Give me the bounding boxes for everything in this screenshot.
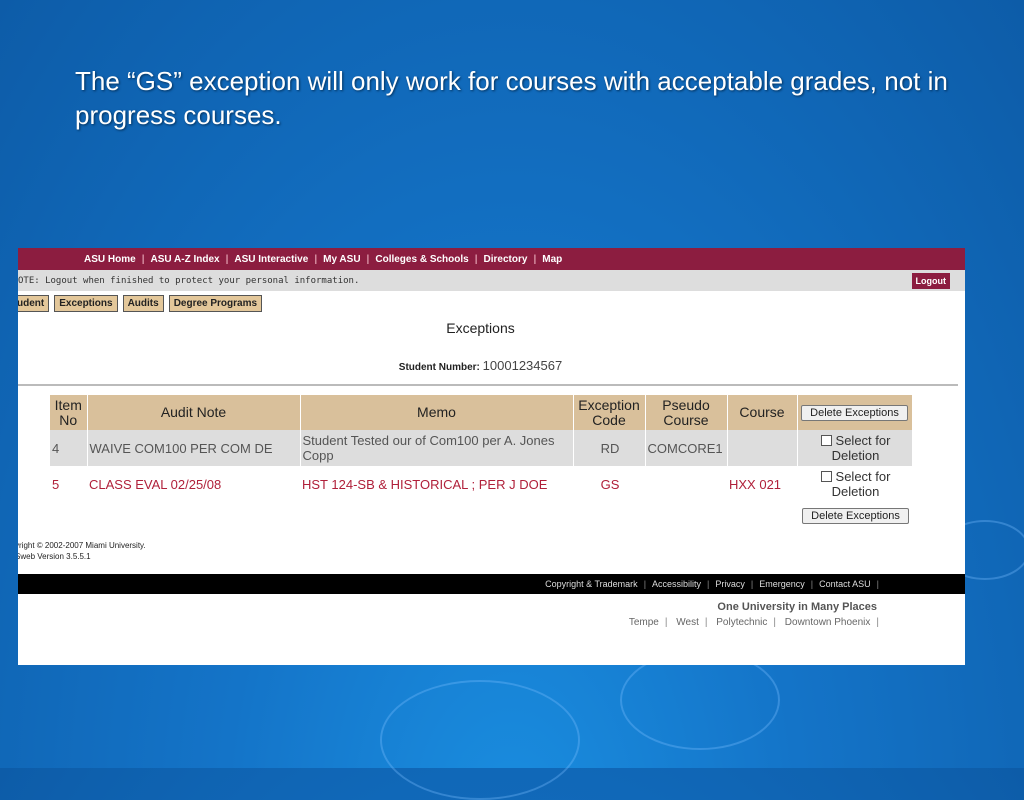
nav-asu-home[interactable]: ASU Home bbox=[84, 254, 136, 265]
logout-button[interactable]: Logout bbox=[911, 272, 950, 289]
exception-code: GS bbox=[600, 476, 620, 492]
delete-header: Delete Exceptions bbox=[797, 395, 913, 430]
pseudo-course: COMCORE1 bbox=[645, 430, 728, 466]
campus-tempe[interactable]: Tempe bbox=[629, 617, 659, 628]
slide-title: The “GS” exception will only work for co… bbox=[75, 66, 948, 130]
item-no: 5 bbox=[52, 476, 60, 492]
student-number-label: Student Number: bbox=[398, 362, 480, 373]
col-audit-note: Audit Note bbox=[87, 395, 301, 430]
footer-copyright-link[interactable]: Copyright & Trademark bbox=[545, 579, 638, 589]
decor-ring bbox=[380, 680, 580, 800]
col-pseudo-course: Pseudo Course bbox=[645, 395, 728, 430]
footer-privacy-link[interactable]: Privacy bbox=[715, 579, 745, 589]
footer-links: Copyright & Trademark | Accessibility | Pr… bbox=[18, 574, 965, 594]
campus-links: Tempe | West | Polytechnic | Downtown Phoen… bbox=[628, 617, 879, 628]
tab-degree-programs[interactable]: Degree Programs bbox=[168, 295, 263, 312]
checkbox[interactable] bbox=[820, 471, 832, 482]
nav-interactive[interactable]: ASU Interactive bbox=[234, 254, 308, 265]
tagline: One University in Many Places bbox=[717, 601, 877, 613]
nav-map[interactable]: Map bbox=[542, 254, 562, 265]
copyright-text: yright © 2002-2007 Miami University. bbox=[18, 541, 146, 550]
nav-colleges[interactable]: Colleges & Schools bbox=[375, 254, 468, 265]
audit-note: CLASS EVAL 02/25/08 bbox=[89, 476, 222, 492]
select-for-deletion[interactable]: Select for Deletion bbox=[797, 466, 912, 502]
version-text: Sweb Version 3.5.5.1 bbox=[18, 552, 91, 561]
table-row: 4 WAIVE COM100 PER COM DE Student Tested… bbox=[50, 430, 913, 466]
col-course: Course bbox=[727, 395, 798, 430]
decor-ring bbox=[620, 650, 780, 750]
table-row: 5 CLASS EVAL 02/25/08 HST 124-SB & HISTO… bbox=[50, 466, 912, 502]
campus-polytechnic[interactable]: Polytechnic bbox=[716, 617, 767, 628]
tab-exceptions[interactable]: Exceptions bbox=[54, 295, 118, 312]
copyright-block: yright © 2002-2007 Miami University. Swe… bbox=[18, 540, 146, 562]
screenshot: ASU Home | ASU A-Z Index | ASU Interactive… bbox=[18, 248, 965, 665]
checkbox[interactable] bbox=[820, 435, 832, 446]
select-for-deletion[interactable]: Select for Deletion bbox=[797, 430, 913, 466]
exceptions-table: Item No Audit Note Memo Exception Code P… bbox=[50, 395, 913, 526]
page-title: Exceptions bbox=[446, 320, 515, 336]
nav-directory[interactable]: Directory bbox=[484, 254, 528, 265]
col-exception-code: Exception Code bbox=[573, 395, 646, 430]
item-no: 4 bbox=[50, 430, 88, 466]
nav-az-index[interactable]: ASU A-Z Index bbox=[151, 254, 220, 265]
delete-exceptions-button[interactable]: Delete Exceptions bbox=[801, 405, 908, 421]
divider bbox=[18, 384, 958, 386]
campus-west[interactable]: West bbox=[676, 617, 699, 628]
exception-code: RD bbox=[573, 430, 646, 466]
student-number-value: 10001234567 bbox=[482, 358, 563, 373]
select-label: Select for Deletion bbox=[831, 469, 891, 499]
course: HXX 021 bbox=[729, 476, 782, 492]
select-label: Select for Deletion bbox=[831, 433, 891, 463]
nav-my-asu[interactable]: My ASU bbox=[323, 254, 360, 265]
tab-student[interactable]: udent bbox=[18, 295, 50, 312]
tab-audits[interactable]: Audits bbox=[122, 295, 164, 312]
memo: HST 124-SB & HISTORICAL ; PER J DOE bbox=[302, 476, 548, 492]
audit-note: WAIVE COM100 PER COM DE bbox=[87, 430, 301, 466]
memo: Student Tested our of Com100 per A. Jone… bbox=[300, 430, 574, 466]
campus-downtown[interactable]: Downtown Phoenix bbox=[785, 617, 871, 628]
col-item-no: Item No bbox=[50, 395, 88, 430]
tab-bar: udent Exceptions Audits Degree Programs bbox=[18, 295, 965, 312]
top-nav: ASU Home | ASU A-Z Index | ASU Interactive… bbox=[18, 248, 965, 270]
pseudo-course bbox=[645, 466, 727, 502]
delete-exceptions-button[interactable]: Delete Exceptions bbox=[802, 507, 909, 524]
footer-accessibility-link[interactable]: Accessibility bbox=[652, 579, 701, 589]
course bbox=[727, 430, 798, 466]
student-number: Student Number: 10001234567 bbox=[18, 358, 943, 373]
notice-bar: OTE: Logout when finished to protect you… bbox=[18, 270, 965, 291]
footer-contact-link[interactable]: Contact ASU bbox=[819, 579, 871, 589]
col-memo: Memo bbox=[300, 395, 574, 430]
footer-emergency-link[interactable]: Emergency bbox=[759, 579, 805, 589]
logout-notice: OTE: Logout when finished to protect you… bbox=[18, 275, 360, 286]
